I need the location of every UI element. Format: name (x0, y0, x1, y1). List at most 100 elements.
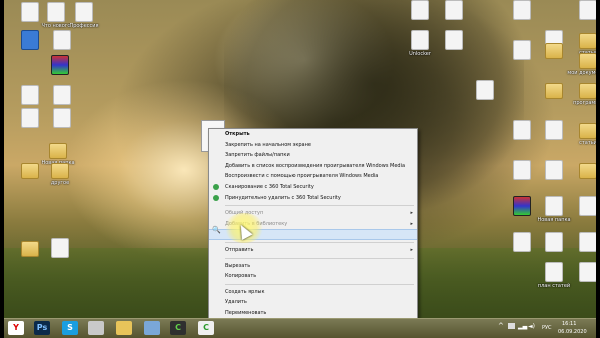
doc-icon (476, 80, 494, 100)
desktop-icon-label: мои документы (567, 70, 596, 76)
doc-icon (53, 30, 71, 50)
menu-separator (225, 205, 414, 207)
skype-icon[interactable]: S (62, 321, 78, 335)
desktop-icon[interactable]: Профессия (58, 2, 110, 29)
context-menu-item[interactable]: Добавить в список воспроизведения проигр… (209, 161, 417, 172)
desktop-icon[interactable] (34, 238, 86, 259)
desktop-icon[interactable] (36, 108, 88, 129)
clock-date[interactable]: 06.09.2020 (558, 329, 587, 335)
context-menu-item-label: Воспроизвести с помощью проигрывателя Wi… (225, 173, 379, 180)
desktop-icon[interactable] (459, 80, 511, 101)
context-menu-item-label: Переименовать (225, 309, 267, 316)
desktop-icon[interactable] (562, 232, 596, 253)
context-menu-item[interactable]: Сканирование с 360 Total Security (209, 182, 417, 193)
desktop-icon[interactable]: статьи (562, 120, 596, 146)
rar-icon (51, 55, 69, 75)
context-menu-item[interactable]: Создать ярлык (209, 287, 417, 298)
folder-icon (579, 33, 596, 49)
magnifier-icon: 🔍 (212, 226, 221, 234)
desktop-icon-label: другое (50, 180, 70, 186)
windows-icon[interactable] (144, 321, 160, 335)
folder-icon (545, 43, 563, 59)
context-menu-item-label: Отправить (225, 246, 254, 253)
desktop-icon-label: статьи (579, 140, 596, 146)
desktop-icon[interactable] (562, 160, 596, 180)
context-menu-item-label: Сканирование с 360 Total Security (225, 183, 314, 190)
menu-separator (225, 257, 414, 259)
doc-icon (445, 0, 463, 20)
system-tray: ^ ▂▄ ◄) РУС 16:11 06.09.2020 (498, 319, 588, 338)
doc-icon (53, 108, 71, 128)
desktop-icon-label: Unlocker (409, 51, 431, 57)
doc-icon (513, 0, 531, 20)
context-menu-item[interactable]: Вырезать (209, 261, 417, 272)
desktop-icon[interactable] (562, 196, 596, 217)
context-menu-item-label: Создать ярлык (225, 288, 265, 295)
context-menu-item-label: Вырезать (225, 262, 251, 269)
files-icon[interactable] (88, 321, 104, 335)
desktop-icon[interactable] (428, 30, 480, 51)
desktop[interactable]: Что новогоПрофессияНовая папкадругоеUnlo… (4, 0, 596, 318)
submenu-arrow-icon: ▸ (410, 246, 413, 253)
context-menu-item[interactable]: Принудительно удалить с 360 Total Securi… (209, 193, 417, 204)
camtasia-icon[interactable]: C (170, 321, 186, 335)
desktop-icon[interactable] (36, 30, 88, 51)
context-menu-item-label: Запретить файлы/папки (225, 152, 290, 159)
context-menu-item[interactable]: Воспроизвести с помощью проигрывателя Wi… (209, 171, 417, 182)
desktop-icon[interactable]: программы (562, 80, 596, 106)
doc-icon (579, 262, 596, 282)
folder-icon (579, 53, 596, 69)
context-menu-item[interactable]: Копировать (209, 271, 417, 282)
context-menu-item-label: Удалить (225, 299, 247, 306)
desktop-icon[interactable] (428, 0, 480, 21)
explorer-icon[interactable] (116, 321, 132, 335)
context-menu-item[interactable]: Открыть (209, 129, 417, 140)
tray-arrow-icon[interactable]: ^ (498, 322, 504, 330)
desktop-icon[interactable]: другое (34, 160, 86, 186)
doc-icon (545, 232, 563, 252)
doc-icon (445, 30, 463, 50)
context-menu-item-label: Закрепить на начальном экране (225, 141, 311, 148)
battery-icon[interactable] (508, 323, 515, 329)
doc-icon (545, 262, 563, 282)
desktop-icon[interactable] (34, 55, 86, 76)
desktop-icon-label: программы (573, 100, 596, 106)
doc-icon (411, 0, 429, 20)
folder-icon (51, 163, 69, 179)
folder-icon (579, 83, 596, 99)
desktop-icon[interactable]: мои документы (562, 50, 596, 76)
context-menu-item[interactable]: Переименовать (209, 308, 417, 318)
menu-separator (225, 283, 414, 285)
language-indicator[interactable]: РУС (542, 325, 552, 331)
context-menu-item[interactable]: Запретить файлы/папки (209, 150, 417, 161)
context-menu-item[interactable]: Закрепить на начальном экране (209, 140, 417, 151)
doc-icon (411, 30, 429, 50)
context-menu-item-label: Добавить в список воспроизведения проигр… (225, 162, 406, 169)
clock-time[interactable]: 16:11 (562, 321, 576, 327)
folder-icon (579, 163, 596, 179)
photoshop-icon[interactable]: Ps (34, 321, 50, 335)
doc-icon (579, 0, 596, 20)
desktop-icon[interactable] (562, 262, 596, 283)
desktop-icon[interactable] (562, 0, 596, 21)
context-menu-item[interactable]: Удалить (209, 297, 417, 308)
context-menu-item-label: Принудительно удалить с 360 Total Securi… (225, 194, 341, 201)
submenu-arrow-icon: ▸ (410, 220, 413, 227)
doc-icon (53, 85, 71, 105)
context-menu-item-label: Открыть (225, 131, 250, 137)
folder-icon (545, 83, 563, 99)
context-menu-item[interactable]: Отправить ▸ (209, 245, 417, 256)
doc-icon (579, 196, 596, 216)
desktop-icon-label: Новая папка (537, 217, 571, 223)
yandex-browser-icon[interactable]: Y (8, 321, 24, 335)
desktop-icon[interactable] (496, 0, 548, 21)
volume-icon[interactable]: ◄) (528, 323, 535, 330)
network-icon[interactable]: ▂▄ (518, 323, 527, 330)
folder-icon (579, 123, 596, 139)
shield-icon (213, 194, 219, 201)
folder-icon (49, 143, 67, 159)
camtasia-recorder-icon[interactable]: C (198, 321, 214, 335)
desktop-icon-label: Профессия (69, 23, 99, 29)
context-menu-item-label: Копировать (225, 273, 257, 280)
desktop-icon[interactable] (36, 85, 88, 106)
